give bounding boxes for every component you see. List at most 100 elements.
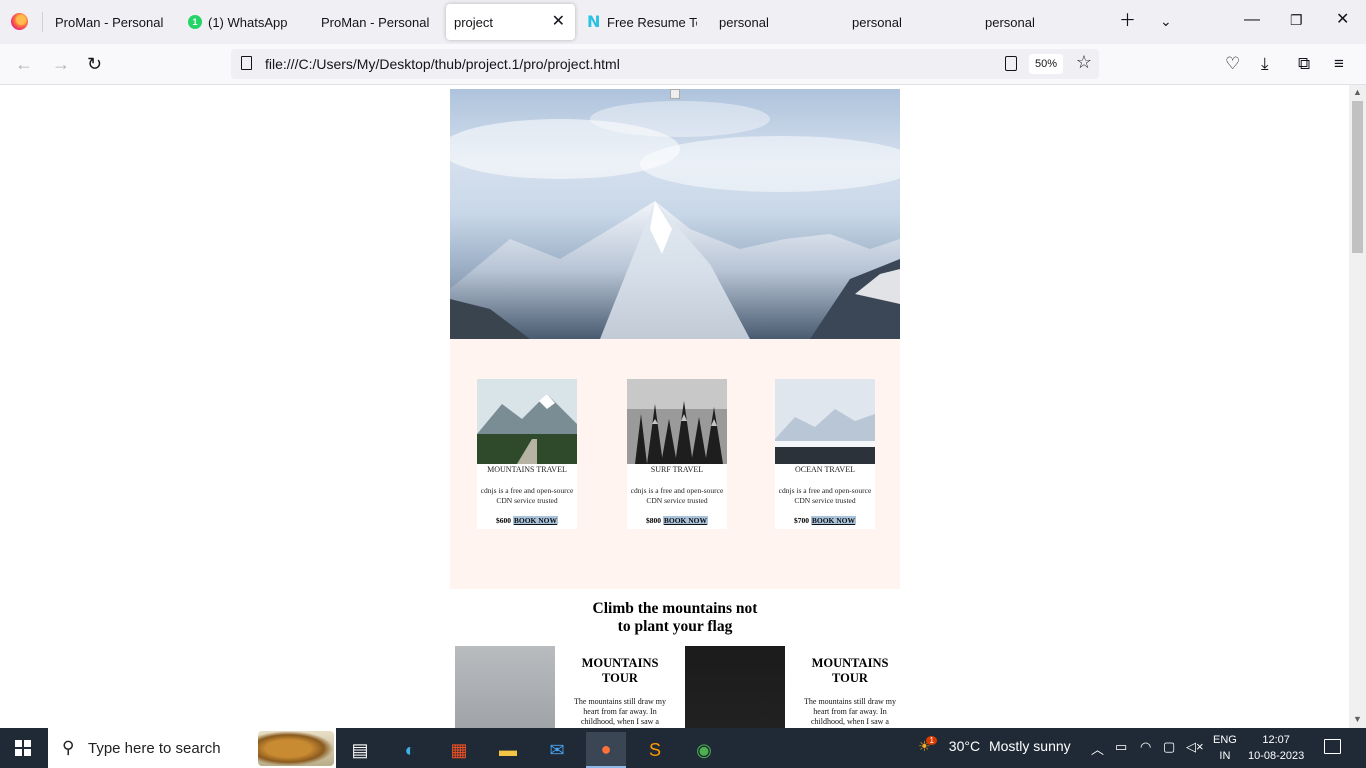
microsoft-store-icon[interactable]: ▦ (439, 732, 479, 768)
zoom-level-badge[interactable]: 50% (1028, 54, 1063, 74)
package-card-ocean: OCEAN TRAVEL cdnjs is a free and open-so… (775, 379, 875, 529)
region-code: IN (1219, 750, 1231, 762)
package-description: cdnjs is a free and open-source CDN serv… (778, 486, 872, 505)
wifi-icon[interactable]: ◠ (1140, 739, 1151, 755)
restore-icon[interactable]: ❐ (1290, 10, 1303, 30)
tab-label: Free Resume Tem (607, 14, 697, 30)
tab-separator (42, 12, 43, 32)
sublime-text-icon[interactable]: S (635, 732, 675, 768)
clock-time: 12:07 (1262, 734, 1290, 746)
package-title: SURF TRAVEL (650, 465, 704, 474)
navigation-toolbar: ← → ↻ file:///C:/Users/My/Desktop/thub/p… (0, 44, 1366, 85)
firefox-taskbar-icon[interactable]: ● (586, 732, 626, 768)
windows-start-icon[interactable] (15, 740, 31, 756)
page-icon (241, 56, 252, 70)
mountains-travel-image (477, 379, 577, 464)
price-row: $600 BOOK NOW (477, 516, 577, 525)
tour-image-1 (455, 646, 555, 728)
tour-title: MOUNTAINS TOUR (811, 656, 889, 685)
url-bar[interactable]: file:///C:/Users/My/Desktop/thub/project… (231, 49, 1099, 79)
battery-icon[interactable]: ▭ (1115, 739, 1127, 755)
search-highlight-lion-image (258, 731, 334, 766)
page-viewport: MOUNTAINS TRAVEL cdnjs is a free and ope… (0, 85, 1349, 728)
menu-hamburger-icon[interactable]: ≡ (1334, 54, 1344, 74)
pocket-icon[interactable]: ♡ (1225, 54, 1240, 74)
tab-label: (1) WhatsApp (208, 14, 288, 30)
weather-temperature: 30°C (948, 738, 981, 754)
close-window-icon[interactable]: ✕ (1336, 10, 1349, 30)
surf-travel-image (627, 379, 727, 464)
weather-alert-badge: 1 (926, 736, 937, 745)
tab-label: personal (719, 14, 769, 30)
tab-personal-3[interactable]: personal (985, 4, 1095, 40)
broken-image-icon (670, 89, 680, 99)
n-logo-icon: N (587, 12, 601, 31)
tagline-heading: Climb the mountains not to plant your fl… (450, 600, 900, 636)
weather-description: Mostly sunny (988, 738, 1071, 754)
language-code: ENG (1213, 734, 1237, 746)
task-view-icon[interactable]: ▤ (340, 732, 380, 768)
tour-description: The mountains still draw my heart from f… (574, 697, 666, 726)
extensions-icon[interactable]: ⧉ (1298, 54, 1310, 74)
package-price: $600 (495, 516, 511, 525)
tagline-line-1: Climb the mountains not (592, 600, 758, 617)
firefox-logo-icon[interactable] (11, 13, 28, 30)
tagline-line-2: to plant your flag (617, 618, 733, 635)
new-tab-plus-icon[interactable]: ＋ (1119, 11, 1136, 31)
taskbar-search-box[interactable]: ⚲ Type here to search (48, 728, 336, 768)
mail-icon[interactable]: ✉ (537, 732, 577, 768)
tab-personal-2[interactable]: personal (852, 4, 962, 40)
tab-label: personal (985, 14, 1035, 30)
scroll-up-arrow-icon[interactable]: ▲ (1353, 87, 1362, 97)
reload-icon[interactable]: ↻ (87, 54, 102, 74)
reader-view-icon[interactable] (1005, 56, 1017, 71)
tab-free-resume[interactable]: N Free Resume Tem (587, 4, 697, 40)
packages-section: MOUNTAINS TRAVEL cdnjs is a free and ope… (450, 339, 900, 589)
url-text[interactable]: file:///C:/Users/My/Desktop/thub/project… (265, 56, 620, 72)
hero-mountain-image (450, 89, 900, 339)
tab-label: ProMan - Personal P (55, 14, 167, 30)
input-language-indicator[interactable]: ENG IN (1213, 732, 1237, 764)
forward-arrow-icon[interactable]: → (52, 54, 70, 74)
weather-widget[interactable]: ☀ 1 30°C Mostly sunny (918, 736, 1071, 755)
whatsapp-icon: 1 (188, 15, 202, 29)
system-clock[interactable]: 12:07 10-08-2023 (1248, 732, 1304, 764)
bookmark-star-icon[interactable]: ☆ (1076, 52, 1092, 73)
price-row: $700 BOOK NOW (775, 516, 875, 525)
downloads-icon[interactable]: ⤓ (1261, 54, 1269, 74)
book-now-link[interactable]: BOOK NOW (810, 516, 856, 525)
meet-now-camera-icon[interactable]: ▢ (1163, 739, 1175, 755)
file-explorer-icon[interactable]: ▬ (488, 732, 528, 768)
tab-label: project (454, 14, 494, 30)
ocean-travel-image (775, 379, 875, 464)
package-description: cdnjs is a free and open-source CDN serv… (480, 486, 574, 505)
package-price: $700 (793, 516, 809, 525)
book-now-link[interactable]: BOOK NOW (512, 516, 558, 525)
book-now-link[interactable]: BOOK NOW (662, 516, 708, 525)
back-arrow-icon[interactable]: ← (15, 54, 33, 74)
show-hidden-icons-chevron-icon[interactable]: ︿ (1091, 739, 1104, 758)
package-card-surf: SURF TRAVEL cdnjs is a free and open-sou… (627, 379, 727, 529)
vertical-scrollbar[interactable]: ▲ ▼ (1349, 85, 1366, 728)
scroll-thumb[interactable] (1352, 101, 1363, 253)
package-price: $800 (645, 516, 661, 525)
tab-proman-1[interactable]: ProMan - Personal P (55, 4, 167, 40)
mountain-illustration (450, 101, 900, 339)
tab-proman-2[interactable]: ProMan - Personal P (321, 4, 433, 40)
close-tab-icon[interactable]: ✕ (552, 14, 565, 30)
package-title: MOUNTAINS TRAVEL (487, 465, 567, 474)
chrome-icon[interactable]: ◉ (684, 732, 724, 768)
volume-muted-icon[interactable]: ◁× (1186, 739, 1204, 755)
tour-image-2 (685, 646, 785, 728)
price-row: $800 BOOK NOW (627, 516, 727, 525)
tab-whatsapp[interactable]: 1 (1) WhatsApp (188, 4, 298, 40)
scroll-down-arrow-icon[interactable]: ▼ (1353, 714, 1362, 724)
windows-taskbar: ⚲ Type here to search ▤ ◐ ▦ ▬ ✉ ● S ◉ ☀ … (0, 728, 1366, 768)
minimize-icon[interactable]: — (1244, 10, 1260, 30)
list-tabs-chevron-icon[interactable]: ⌄ (1160, 11, 1172, 31)
edge-browser-icon[interactable]: ◐ (390, 732, 430, 768)
tab-project[interactable]: project ✕ (446, 4, 575, 40)
notification-center-icon[interactable] (1324, 739, 1341, 754)
tab-personal-1[interactable]: personal (719, 4, 829, 40)
search-placeholder: Type here to search (88, 740, 221, 757)
